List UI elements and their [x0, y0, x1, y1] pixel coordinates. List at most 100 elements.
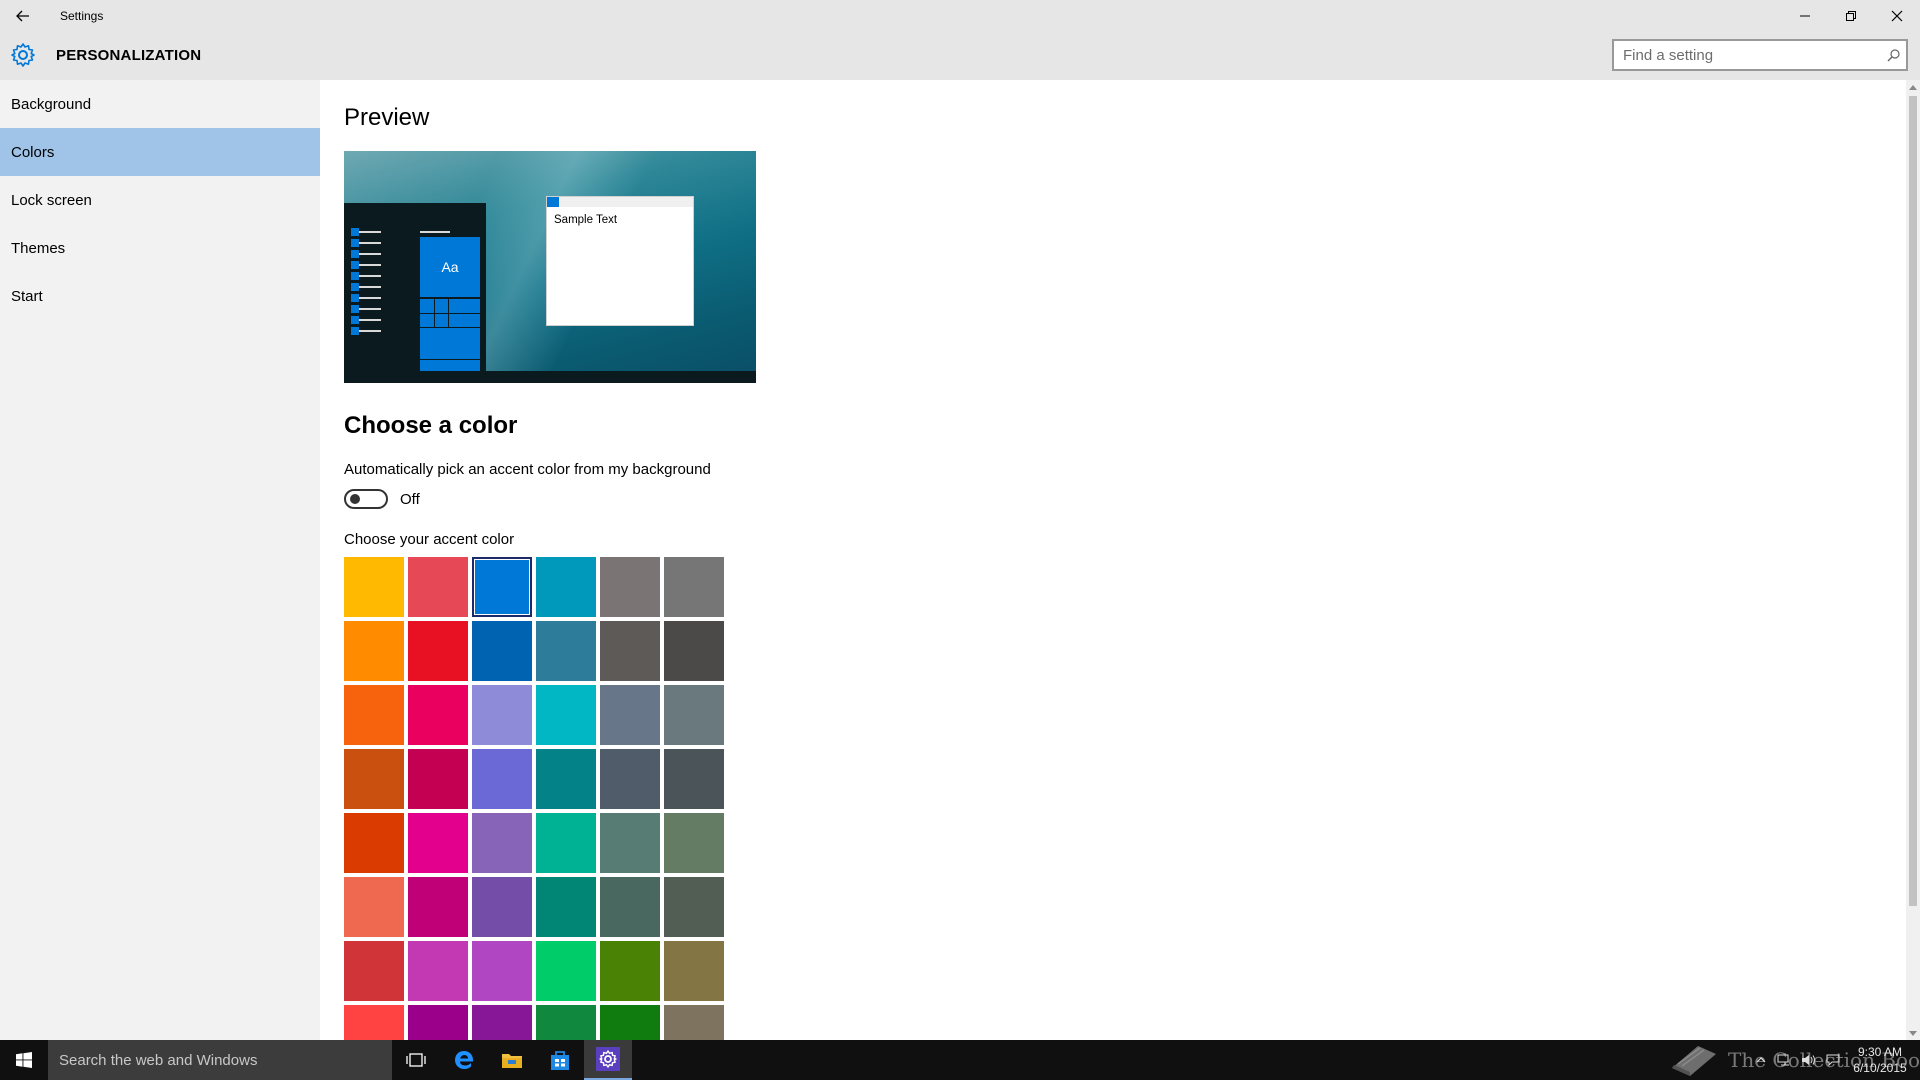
volume-icon[interactable] [1800, 1040, 1818, 1080]
find-setting-search[interactable] [1612, 39, 1908, 71]
accent-color-swatch[interactable] [536, 557, 596, 617]
accent-color-swatch[interactable] [344, 621, 404, 681]
accent-color-swatch[interactable] [536, 621, 596, 681]
preview-tile-text: Aa [441, 259, 459, 275]
accent-color-swatch[interactable] [408, 813, 468, 873]
taskbar-search-placeholder: Search the web and Windows [59, 1051, 258, 1069]
back-button[interactable] [0, 0, 46, 32]
action-center-icon[interactable] [1824, 1040, 1842, 1080]
section-title: PERSONALIZATION [56, 47, 202, 64]
sidebar-item-background[interactable]: Background [0, 80, 320, 128]
sidebar-item-lock-screen[interactable]: Lock screen [0, 176, 320, 224]
minimize-button[interactable] [1782, 0, 1828, 32]
task-view-button[interactable] [392, 1040, 440, 1080]
preview-window: Sample Text [546, 196, 694, 326]
restore-button[interactable] [1828, 0, 1874, 32]
accent-color-swatch[interactable] [600, 621, 660, 681]
sidebar-item-label: Themes [11, 239, 66, 257]
preview-tile: Aa [420, 237, 480, 297]
task-view-icon [406, 1053, 426, 1067]
accent-color-swatch[interactable] [408, 877, 468, 937]
scrollbar[interactable] [1906, 80, 1920, 1040]
sidebar-item-themes[interactable]: Themes [0, 224, 320, 272]
accent-color-swatch[interactable] [664, 557, 724, 617]
auto-pick-toggle[interactable] [344, 489, 388, 509]
accent-color-swatch[interactable] [600, 749, 660, 809]
book-logo-icon [1672, 1046, 1716, 1076]
store-button[interactable] [536, 1040, 584, 1080]
sidebar-item-start[interactable]: Start [0, 272, 320, 320]
preview-start-menu: Aa [344, 203, 486, 371]
accent-color-swatch[interactable] [408, 941, 468, 1001]
accent-color-swatch[interactable] [472, 557, 532, 617]
accent-color-swatch[interactable] [536, 813, 596, 873]
preview-taskbar [344, 371, 756, 383]
file-explorer-button[interactable] [488, 1040, 536, 1080]
network-icon[interactable] [1776, 1040, 1794, 1080]
preview-heading: Preview [344, 104, 430, 131]
accent-color-swatch[interactable] [664, 941, 724, 1001]
accent-color-swatch[interactable] [408, 557, 468, 617]
accent-color-swatch[interactable] [600, 877, 660, 937]
sidebar-item-colors[interactable]: Colors [0, 128, 320, 176]
accent-color-swatch[interactable] [600, 557, 660, 617]
accent-color-swatch[interactable] [408, 621, 468, 681]
taskbar-search[interactable]: Search the web and Windows [48, 1040, 392, 1080]
scroll-down-arrow-icon[interactable] [1906, 1026, 1920, 1040]
accent-color-swatch[interactable] [664, 749, 724, 809]
accent-color-swatch[interactable] [408, 749, 468, 809]
search-input[interactable] [1614, 46, 1880, 64]
windows-logo-icon [16, 1052, 32, 1068]
accent-color-swatch[interactable] [344, 1005, 404, 1040]
accent-color-swatch[interactable] [344, 941, 404, 1001]
restore-icon [1846, 11, 1856, 21]
accent-color-swatch[interactable] [472, 1005, 532, 1040]
title-bar: Settings [0, 0, 1920, 32]
accent-color-swatch[interactable] [536, 877, 596, 937]
scroll-up-arrow-icon[interactable] [1906, 80, 1920, 94]
accent-color-swatch[interactable] [472, 877, 532, 937]
accent-color-swatch[interactable] [600, 813, 660, 873]
accent-color-swatch[interactable] [472, 621, 532, 681]
accent-color-swatch[interactable] [536, 941, 596, 1001]
accent-color-swatch[interactable] [600, 941, 660, 1001]
accent-color-swatch[interactable] [664, 685, 724, 745]
accent-color-swatch[interactable] [600, 685, 660, 745]
edge-button[interactable] [440, 1040, 488, 1080]
accent-color-grid [344, 557, 730, 1040]
accent-color-swatch[interactable] [344, 749, 404, 809]
close-button[interactable] [1874, 0, 1920, 32]
accent-color-swatch[interactable] [536, 1005, 596, 1040]
accent-color-swatch[interactable] [664, 877, 724, 937]
store-icon [551, 1051, 569, 1070]
toggle-state-label: Off [400, 491, 420, 508]
accent-color-swatch[interactable] [344, 557, 404, 617]
sidebar-item-label: Lock screen [11, 191, 92, 209]
accent-color-swatch[interactable] [536, 685, 596, 745]
accent-color-swatch[interactable] [344, 813, 404, 873]
accent-color-swatch[interactable] [536, 749, 596, 809]
accent-color-swatch[interactable] [472, 749, 532, 809]
search-icon[interactable] [1880, 48, 1906, 62]
accent-color-swatch[interactable] [664, 813, 724, 873]
choose-color-heading: Choose a color [344, 412, 518, 439]
minimize-icon [1800, 15, 1810, 17]
accent-color-swatch[interactable] [472, 813, 532, 873]
taskbar-clock[interactable]: 9:30 AM 6/10/2015 [1850, 1044, 1910, 1076]
accent-color-swatch[interactable] [664, 621, 724, 681]
accent-color-swatch[interactable] [344, 877, 404, 937]
show-hidden-icons-chevron-icon[interactable] [1752, 1040, 1770, 1080]
accent-color-swatch[interactable] [664, 1005, 724, 1040]
start-button[interactable] [0, 1040, 48, 1080]
accent-color-swatch[interactable] [344, 685, 404, 745]
taskbar: Search the web and Windows The Collectio… [0, 1040, 1920, 1080]
settings-taskbar-button[interactable] [584, 1040, 632, 1080]
accent-color-swatch[interactable] [472, 941, 532, 1001]
accent-color-swatch[interactable] [408, 1005, 468, 1040]
accent-color-swatch[interactable] [600, 1005, 660, 1040]
accent-color-swatch[interactable] [472, 685, 532, 745]
clock-time: 9:30 AM [1857, 1045, 1903, 1059]
accent-color-swatch[interactable] [408, 685, 468, 745]
close-icon [1891, 10, 1903, 22]
scrollbar-thumb[interactable] [1909, 96, 1917, 906]
